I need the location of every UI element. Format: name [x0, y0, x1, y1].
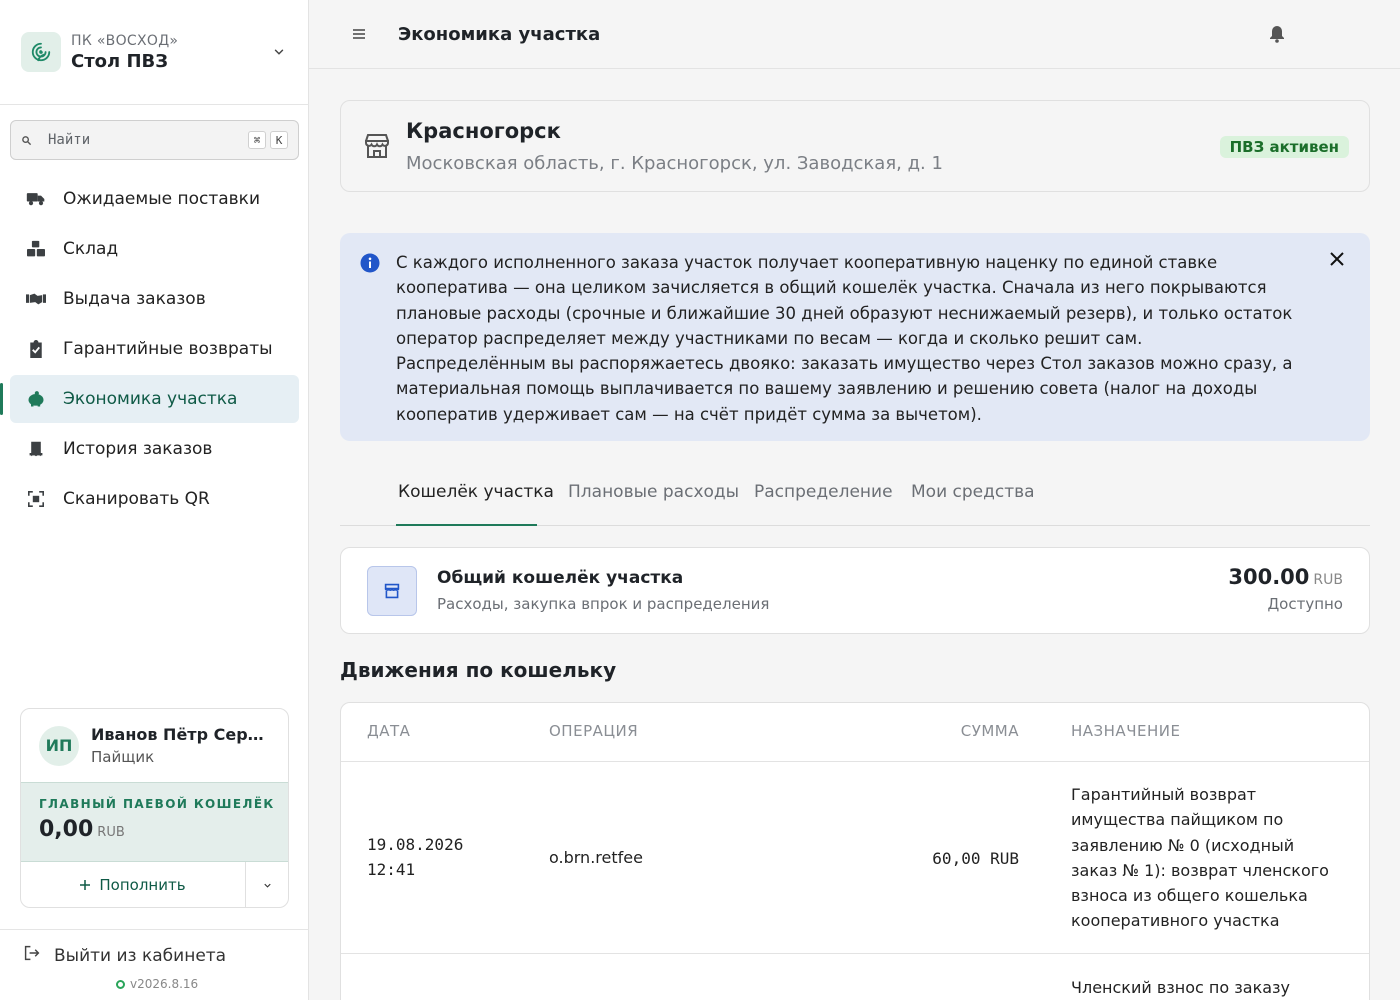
version-label: v2026.8.16	[130, 977, 199, 991]
page-title: Экономика участка	[398, 24, 601, 45]
info-icon	[360, 253, 380, 277]
movements-title: Движения по кошельку	[340, 658, 617, 682]
sidebar: ПК «ВОСХОД» Стол ПВЗ Найти ⌘ K Ожидаемые…	[0, 0, 309, 1000]
plus-icon	[80, 876, 91, 894]
sidebar-nav: Ожидаемые поставки Склад Выдача заказов …	[0, 175, 299, 525]
location-city: Красногорск	[406, 119, 561, 143]
cell-purpose: Членский взнос по заказу	[1071, 978, 1291, 997]
topup-more-button[interactable]	[246, 862, 288, 907]
movements-table: ДАТА ОПЕРАЦИЯ СУММА НАЗНАЧЕНИЕ 19.08.202…	[340, 702, 1370, 1000]
site-wallet-card: Общий кошелёк участка Расходы, закупка в…	[340, 547, 1370, 634]
search-input[interactable]: Найти ⌘ K	[10, 120, 299, 160]
sidebar-item-order-pickup[interactable]: Выдача заказов	[10, 275, 299, 323]
tab-active-indicator	[396, 524, 537, 526]
cell-operation: o.brn.retfee	[549, 848, 643, 867]
wallet-amount-value: 0,00	[39, 817, 94, 842]
wallet-card-available-label: Доступно	[1267, 595, 1343, 613]
logout-icon	[24, 945, 40, 966]
shortcut-key-k: K	[270, 131, 288, 149]
column-header-amount[interactable]: СУММА	[961, 722, 1019, 740]
wallet-card-subtitle: Расходы, закупка впрок и распределения	[437, 595, 770, 613]
divider	[341, 761, 1369, 762]
divider	[0, 929, 309, 930]
bell-icon[interactable]	[1269, 25, 1285, 47]
org-name: Стол ПВЗ	[71, 50, 169, 72]
wallet-amount: 0,00 RUB	[39, 817, 288, 842]
cell-date-time: 12:41	[367, 860, 416, 879]
cell-date-day: 19.08.2026	[367, 835, 464, 854]
org-switcher[interactable]: ПК «ВОСХОД» Стол ПВЗ	[21, 30, 291, 74]
wallet-card-amount: 300.00 RUB	[1228, 565, 1343, 589]
column-header-purpose[interactable]: НАЗНАЧЕНИЕ	[1071, 722, 1180, 740]
clipboard-check-icon	[26, 339, 46, 359]
chevron-down-icon	[262, 876, 273, 895]
receipt-icon	[26, 439, 46, 459]
divider	[0, 104, 309, 105]
sidebar-item-expected-deliveries[interactable]: Ожидаемые поставки	[10, 175, 299, 223]
truck-icon	[26, 189, 46, 209]
sidebar-item-label: Экономика участка	[63, 389, 238, 409]
sidebar-item-warranty-returns[interactable]: Гарантийные возвраты	[10, 325, 299, 373]
tab-my-funds[interactable]: Мои средства	[911, 482, 1035, 502]
piggy-bank-icon	[26, 389, 46, 409]
moon-icon[interactable]	[1327, 22, 1349, 52]
sidebar-item-label: Ожидаемые поставки	[63, 189, 261, 209]
sidebar-item-order-history[interactable]: История заказов	[10, 425, 299, 473]
cell-date: 19.08.2026 12:41	[367, 832, 463, 882]
topup-label: Пополнить	[99, 876, 186, 894]
wallet-card-currency: RUB	[1313, 572, 1343, 588]
column-header-date[interactable]: ДАТА	[367, 722, 410, 740]
shortcut-key-cmd: ⌘	[248, 131, 266, 149]
info-text: С каждого исполненного заказа участок по…	[396, 253, 1293, 424]
close-icon[interactable]	[1330, 251, 1344, 270]
info-banner: С каждого исполненного заказа участок по…	[340, 233, 1370, 441]
topup-button[interactable]: Пополнить	[21, 862, 246, 907]
status-dot-icon	[116, 979, 125, 989]
tab-bar: Кошелёк участка Плановые расходы Распред…	[340, 470, 1370, 526]
wallet-currency: RUB	[97, 825, 125, 840]
org-logo	[21, 32, 61, 72]
store-icon	[367, 566, 417, 616]
cell-amount: 60,00 RUB	[932, 849, 1019, 868]
logout-button[interactable]: Выйти из кабинета	[24, 945, 226, 966]
sidebar-item-warehouse[interactable]: Склад	[10, 225, 299, 273]
location-address: Московская область, г. Красногорск, ул. …	[406, 153, 943, 174]
tab-distribution[interactable]: Распределение	[754, 482, 893, 502]
search-placeholder: Найти	[48, 132, 91, 148]
cell-purpose: Гарантийный возврат имущества пайщиком п…	[1071, 785, 1329, 931]
sidebar-item-label: Выдача заказов	[63, 289, 206, 309]
sidebar-item-scan-qr[interactable]: Сканировать QR	[10, 475, 299, 523]
qr-code-icon	[26, 489, 46, 509]
top-bar: Экономика участка	[309, 0, 1400, 69]
wallet-card-title: Общий кошелёк участка	[437, 568, 684, 588]
wallet-label: ГЛАВНЫЙ ПАЕВОЙ КОШЕЛЁК	[39, 797, 275, 811]
tab-planned-expenses[interactable]: Плановые расходы	[568, 482, 739, 502]
main-wallet: ГЛАВНЫЙ ПАЕВОЙ КОШЕЛЁК 0,00 RUB	[21, 782, 288, 862]
org-subtitle: ПК «ВОСХОД»	[71, 32, 179, 49]
search-icon	[21, 131, 32, 150]
store-icon	[364, 133, 390, 163]
user-card: ИП Иванов Пётр Сергеевич Пайщик ГЛАВНЫЙ …	[20, 708, 289, 908]
tab-site-wallet[interactable]: Кошелёк участка	[398, 482, 554, 502]
column-header-operation[interactable]: ОПЕРАЦИЯ	[549, 722, 638, 740]
status-badge: ПВЗ активен	[1219, 136, 1349, 158]
handshake-icon	[26, 289, 46, 309]
user-name: Иванов Пётр Сергеевич	[91, 725, 269, 744]
sidebar-item-site-economy[interactable]: Экономика участка	[0, 375, 299, 423]
wallet-card-amount-value: 300.00	[1228, 565, 1310, 589]
menu-icon[interactable]	[351, 26, 367, 46]
sidebar-item-label: Склад	[63, 239, 119, 259]
avatar[interactable]: ИП	[39, 725, 79, 766]
app-version: v2026.8.16	[116, 977, 198, 991]
boxes-icon	[26, 239, 46, 259]
sidebar-item-label: Гарантийные возвраты	[63, 339, 273, 359]
logout-label: Выйти из кабинета	[54, 945, 227, 966]
user-role: Пайщик	[91, 748, 155, 766]
chevron-down-icon[interactable]	[267, 45, 291, 59]
sidebar-item-label: Сканировать QR	[63, 489, 210, 509]
location-card: Красногорск Московская область, г. Красн…	[340, 100, 1370, 192]
divider	[341, 953, 1369, 954]
sidebar-item-label: История заказов	[63, 439, 213, 459]
